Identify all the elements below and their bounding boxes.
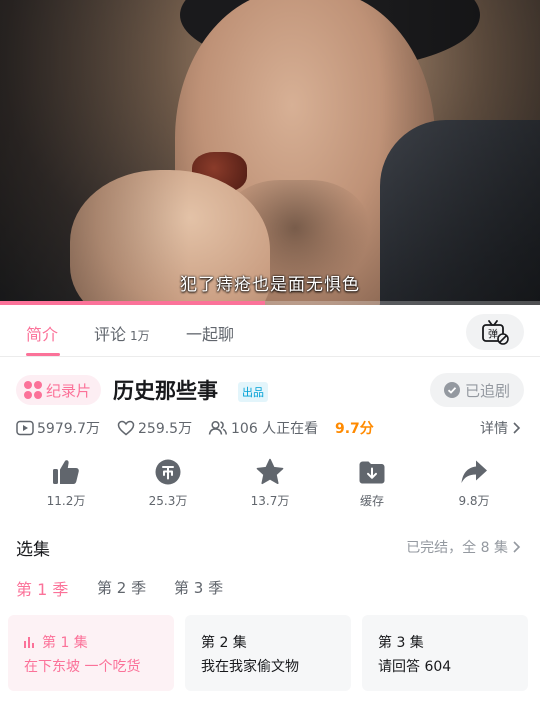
tab-chat-label: 一起聊 <box>186 325 235 344</box>
play-count: 5979.7万 <box>16 418 100 438</box>
share-count-label: 9.8万 <box>458 494 490 508</box>
danmaku-toggle-button[interactable]: 弹 <box>466 314 524 350</box>
like-count: 259.5万 <box>117 418 192 438</box>
share-icon <box>461 460 487 483</box>
download-icon <box>359 461 385 484</box>
coin-button[interactable]: 25.3万 <box>118 455 218 509</box>
details-label: 详情 <box>480 421 508 437</box>
chevron-right-icon <box>513 541 521 553</box>
coin-count-label: 25.3万 <box>148 494 188 508</box>
follow-button[interactable]: 已追剧 <box>430 373 524 407</box>
details-link[interactable]: 详情 <box>480 418 524 438</box>
show-title-row: 纪录片 历史那些事 出品 已追剧 <box>16 373 524 407</box>
genre-label: 纪录片 <box>46 381 92 400</box>
coin-icon <box>155 459 181 485</box>
chevron-right-icon <box>513 422 521 434</box>
episode-card[interactable]: 第 1 集 在下东坡 一个吃货 <box>8 615 174 691</box>
comments-count: 1万 <box>130 329 150 343</box>
danmaku-glyph: 弹 <box>488 328 498 341</box>
favorite-count-label: 13.7万 <box>250 494 290 508</box>
watching-count-value: 106 人正在看 <box>231 421 319 437</box>
content-tabs: 简介 评论 1万 一起聊 弹 <box>0 305 540 357</box>
like-count-value: 259.5万 <box>138 421 193 437</box>
season-tab-3[interactable]: 第 3 季 <box>174 577 223 598</box>
heart-check-icon <box>443 382 460 398</box>
producer-tag: 出品 <box>238 382 268 402</box>
like-button[interactable]: 11.2万 <box>16 455 116 509</box>
video-player[interactable]: 犯了痔疮也是面无惧色 <box>0 0 540 305</box>
watching-count: 106 人正在看 <box>208 418 318 438</box>
episodes-status: 已完结，全 8 集 <box>406 540 508 556</box>
episode-card[interactable]: 第 2 集 我在我家偷文物 <box>185 615 351 691</box>
now-playing-icon <box>24 636 36 648</box>
download-label: 缓存 <box>359 494 384 508</box>
episode-number: 第 3 集 <box>378 635 424 651</box>
heart-icon <box>117 420 135 436</box>
episode-name: 我在我家偷文物 <box>201 659 299 675</box>
episode-number: 第 2 集 <box>201 635 247 651</box>
season-tab-1[interactable]: 第 1 季 <box>16 576 68 600</box>
episode-name: 请回答 604 <box>378 659 452 675</box>
follow-label: 已追剧 <box>464 381 510 400</box>
episode-list: 第 1 集 在下东坡 一个吃货 第 2 集 我在我家偷文物 第 3 集 请回答 … <box>8 615 532 691</box>
show-stats: 5979.7万 259.5万 106 人正在看 9.7分 详情 <box>16 418 524 440</box>
video-subtitle: 犯了痔疮也是面无惧色 <box>180 275 360 295</box>
documentary-icon <box>24 381 42 399</box>
thumbs-up-icon <box>53 460 79 484</box>
danmaku-off-icon: 弹 <box>482 320 509 345</box>
video-vignette <box>0 0 540 305</box>
favorite-button[interactable]: 13.7万 <box>220 455 320 509</box>
show-title: 历史那些事 <box>113 379 218 403</box>
active-tab-indicator <box>26 353 60 356</box>
rating-score: 9.7分 <box>335 421 374 437</box>
tab-intro-label: 简介 <box>26 325 59 344</box>
action-bar: 11.2万 25.3万 13.7万 缓存 9.8万 <box>0 455 540 515</box>
share-button[interactable]: 9.8万 <box>424 455 524 509</box>
tab-comments-label: 评论 <box>94 325 127 344</box>
download-button[interactable]: 缓存 <box>322 455 422 509</box>
episodes-status-link[interactable]: 已完结，全 8 集 <box>406 537 524 557</box>
episode-number: 第 1 集 <box>42 635 88 651</box>
episode-name: 在下东坡 一个吃货 <box>24 659 141 675</box>
genre-badge[interactable]: 纪录片 <box>16 375 102 405</box>
season-tab-2[interactable]: 第 2 季 <box>97 577 146 598</box>
like-count-label: 11.2万 <box>46 494 86 508</box>
play-icon <box>16 420 34 436</box>
tab-comments[interactable]: 评论 1万 <box>94 321 150 345</box>
tab-intro[interactable]: 简介 <box>26 321 58 345</box>
episode-number-row: 第 1 集 <box>24 632 174 652</box>
episode-card[interactable]: 第 3 集 请回答 604 <box>362 615 528 691</box>
tab-chat[interactable]: 一起聊 <box>186 321 234 345</box>
episodes-title: 选集 <box>16 540 50 560</box>
episodes-header: 选集 已完结，全 8 集 <box>16 535 524 560</box>
play-count-value: 5979.7万 <box>37 421 100 437</box>
star-icon <box>256 458 284 485</box>
viewers-icon <box>208 420 228 435</box>
